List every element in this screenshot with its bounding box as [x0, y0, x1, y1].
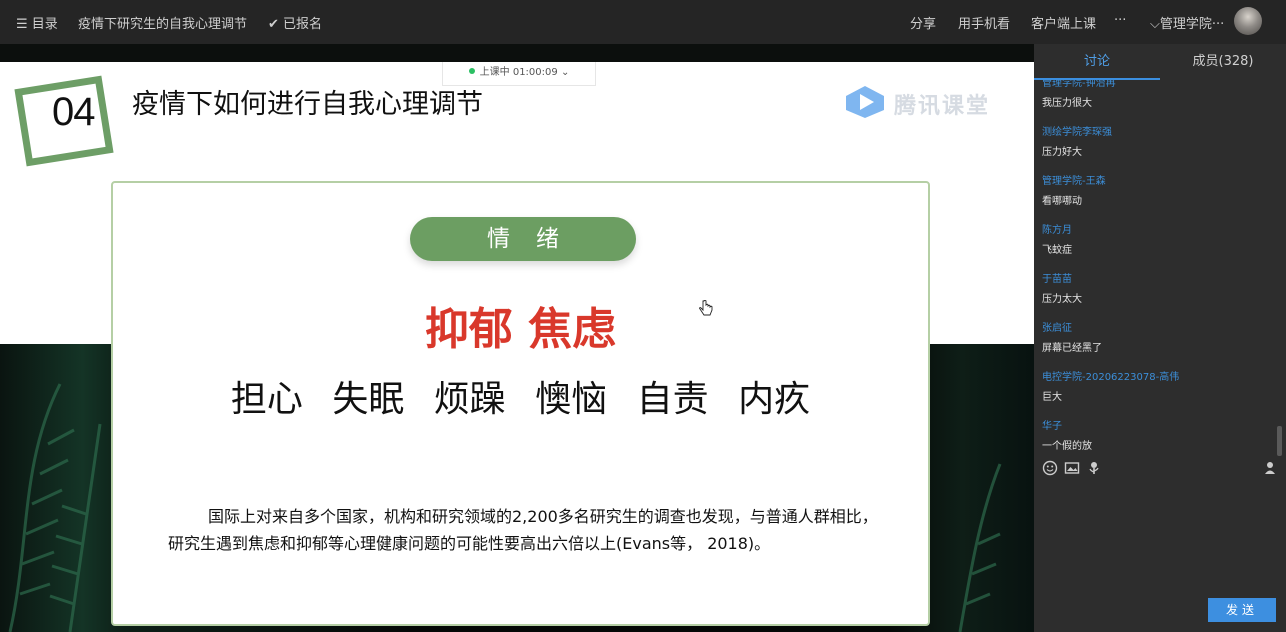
hand-cursor-icon [699, 300, 713, 316]
message-text: 我压力很大 [1042, 98, 1092, 109]
catalog-button[interactable]: ☰ 目录 [16, 13, 58, 32]
sender-name: 管理学院-王森 [1042, 176, 1106, 187]
course-title: 疫情下研究生的自我心理调节 [78, 17, 248, 32]
slide-content-card: 情绪 抑郁 焦虑 担心 失眠 烦躁 懊恼 自责 内疚 国际上对来自多个国家，机构… [111, 181, 930, 626]
list-item: 管理学院-王森 看哪哪动 [1042, 172, 1272, 207]
chevron-down-icon: ⌵ [1150, 17, 1160, 32]
top-bar: ☰ 目录 疫情下研究生的自我心理调节 ✔ 已报名 分享 用手机看 客户端上课 ·… [0, 0, 1286, 44]
message-list[interactable]: 管理学院-钟治再 我压力很大 测绘学院李琛强 压力好大 管理学院-王森 看哪哪动 陈方… [1034, 80, 1286, 452]
message-text: 屏幕已经黑了 [1042, 343, 1102, 354]
enrolled-status: ✔ 已报名 [268, 17, 323, 32]
list-item: 张启征 屏幕已经黑了 [1042, 319, 1272, 354]
slide-title: 疫情下如何进行自我心理调节 [132, 89, 483, 120]
message-text: 压力太大 [1042, 294, 1082, 305]
list-item: 电控学院-20206223078-高伟 巨大 [1042, 368, 1272, 403]
video-stage: 上课中 01:00:09 ⌄ 04 疫情下如何进行自我心理调节 腾讯课堂 情绪 … [0, 44, 1034, 632]
message-text: 一个假的放 [1042, 441, 1092, 452]
user-menu[interactable]: ⌵管理学院··· [1150, 13, 1224, 32]
play-logo-icon [846, 86, 884, 118]
list-item: 于苗苗 压力太大 [1042, 270, 1272, 305]
research-paragraph: 国际上对来自多个国家，机构和研究领域的2,200多名研究生的调查也发现，与普通人… [168, 507, 878, 553]
share-button[interactable]: 分享 [910, 13, 936, 32]
highlight-words: 抑郁 焦虑 [424, 304, 617, 355]
input-toolbar [1042, 460, 1278, 478]
flower-icon[interactable] [1086, 460, 1102, 476]
raise-hand-icon[interactable] [1262, 460, 1278, 476]
emotion-pill: 情绪 [410, 217, 636, 261]
message-text: 看哪哪动 [1042, 196, 1082, 207]
live-dot-icon [468, 68, 475, 74]
image-icon[interactable] [1064, 460, 1080, 476]
client-class-button[interactable]: 客户端上课 [1031, 13, 1096, 32]
sender-name: 测绘学院李琛强 [1042, 127, 1112, 138]
send-button[interactable]: 发送 [1208, 598, 1276, 622]
chevron-down-icon: ⌄ [560, 67, 570, 78]
message-text: 压力好大 [1042, 147, 1082, 158]
avatar[interactable] [1234, 7, 1262, 35]
section-number: 04 [52, 90, 95, 134]
check-icon: ✔ [268, 17, 279, 32]
mobile-watch-button[interactable]: 用手机看 [958, 13, 1010, 32]
sender-name: 电控学院-20206223078-高伟 [1042, 372, 1180, 383]
list-item: 陈方月 飞蚊症 [1042, 221, 1272, 256]
menu-icon: ☰ [16, 17, 28, 32]
message-text: 飞蚊症 [1042, 245, 1072, 256]
list-item: 测绘学院李琛强 压力好大 [1042, 123, 1272, 158]
scrollbar-thumb[interactable] [1277, 426, 1282, 456]
discussion-panel: 讨论 成员(328) 管理学院-钟治再 我压力很大 测绘学院李琛强 压力好大 管理学… [1034, 44, 1286, 632]
symptom-words: 担心 失眠 烦躁 懊恼 自责 内疚 [230, 379, 811, 420]
more-button[interactable]: ··· [1114, 13, 1126, 28]
sender-name: 于苗苗 [1042, 274, 1072, 285]
tab-members[interactable]: 成员(328) [1160, 44, 1286, 80]
list-item: 管理学院-钟治再 我压力很大 [1042, 80, 1272, 109]
sender-name: 华子 [1042, 421, 1062, 432]
emoji-icon[interactable] [1042, 460, 1058, 476]
list-item: 华子 一个假的放 [1042, 417, 1272, 452]
tab-discuss[interactable]: 讨论 [1034, 44, 1160, 80]
sender-name: 陈方月 [1042, 225, 1072, 236]
sender-name: 张启征 [1042, 323, 1072, 334]
sender-name: 管理学院-钟治再 [1042, 80, 1116, 89]
message-text: 巨大 [1042, 392, 1062, 403]
